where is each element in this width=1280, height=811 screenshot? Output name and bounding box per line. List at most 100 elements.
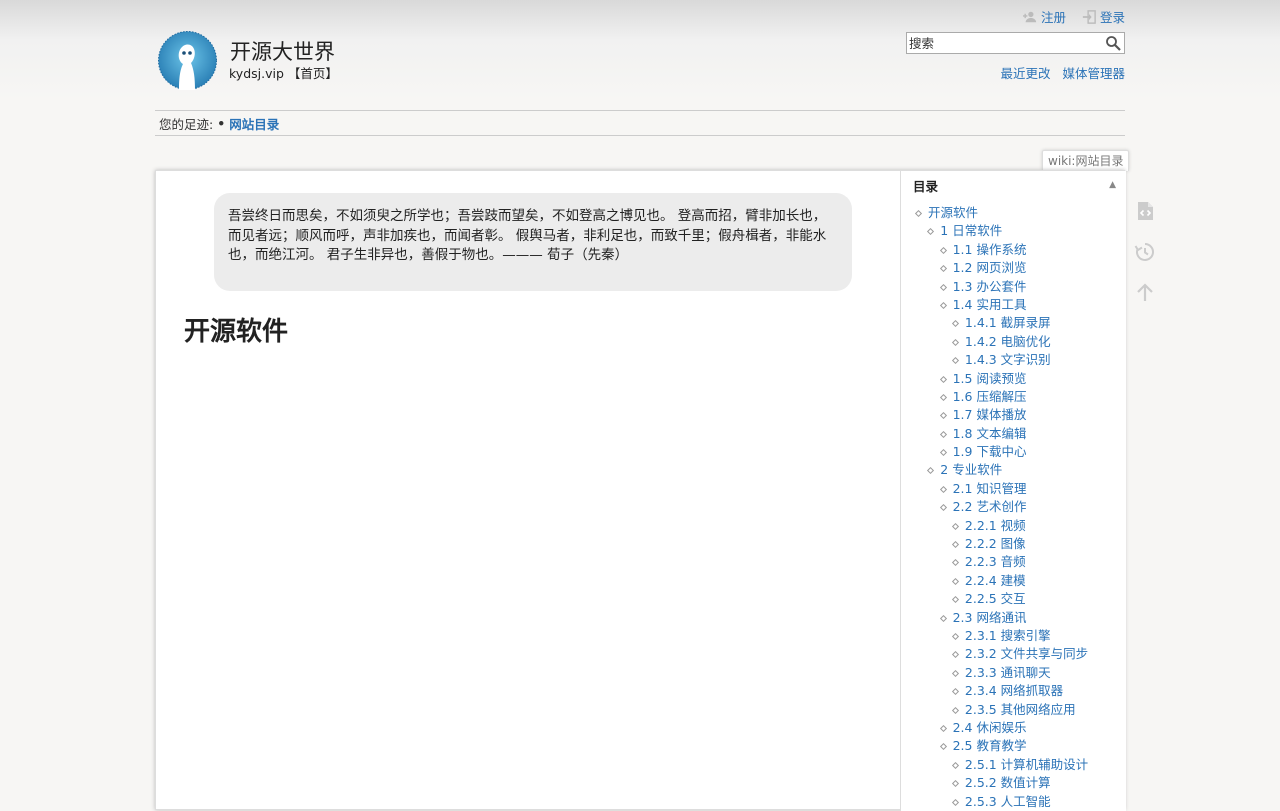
toc-item[interactable]: 1.4.2 电脑优化 — [901, 333, 1126, 351]
toc-item-label[interactable]: 1 日常软件 — [940, 222, 1002, 240]
toc-item[interactable]: 2.1 知识管理 — [901, 480, 1126, 498]
toc-bullet-icon — [939, 283, 947, 291]
toc-item[interactable]: 1 日常软件 — [901, 222, 1126, 240]
toc-item[interactable]: 2.5 教育教学 — [901, 737, 1126, 755]
toc-item-label[interactable]: 1.4.1 截屏录屏 — [965, 314, 1051, 332]
toc-item-label[interactable]: 2.2.2 图像 — [965, 535, 1026, 553]
toc-bullet-icon — [939, 301, 947, 309]
toc-item[interactable]: 2.2 艺术创作 — [901, 498, 1126, 516]
toc-item[interactable]: 1.3 办公套件 — [901, 278, 1126, 296]
toc-item-label[interactable]: 1.9 下载中心 — [953, 443, 1027, 461]
toc-item-label[interactable]: 2.2.1 视频 — [965, 517, 1026, 535]
toc-item[interactable]: 1.1 操作系统 — [901, 241, 1126, 259]
toc-item[interactable]: 2.2.1 视频 — [901, 517, 1126, 535]
toc-item-label[interactable]: 1.5 阅读预览 — [953, 370, 1027, 388]
toc-item[interactable]: 开源软件 — [901, 204, 1126, 222]
site-title[interactable]: 开源大世界 — [230, 36, 335, 66]
toc-item-label[interactable]: 1.4.2 电脑优化 — [965, 333, 1051, 351]
toc-item-label[interactable]: 2.3.4 网络抓取器 — [965, 682, 1063, 700]
toc-item[interactable]: 2.3 网络通讯 — [901, 609, 1126, 627]
toc-item[interactable]: 2.2.5 交互 — [901, 590, 1126, 608]
toc-item-label[interactable]: 2.3.3 通讯聊天 — [965, 664, 1051, 682]
toc-item-label[interactable]: 2.3.2 文件共享与同步 — [965, 645, 1088, 663]
toc-item-label[interactable]: 2.1 知识管理 — [953, 480, 1027, 498]
toc-bullet-icon — [951, 688, 959, 696]
recent-changes-link[interactable]: 最近更改 — [1000, 63, 1050, 82]
toc-item[interactable]: 2.3.5 其他网络应用 — [901, 701, 1126, 719]
register-link[interactable]: 注册 — [1022, 7, 1066, 26]
toc-bullet-icon — [951, 559, 959, 567]
toc-item[interactable]: 2.2.4 建模 — [901, 572, 1126, 590]
toc-item[interactable]: 2.3.2 文件共享与同步 — [901, 645, 1126, 663]
toc-item[interactable]: 1.7 媒体播放 — [901, 406, 1126, 424]
toc-bullet-icon — [951, 338, 959, 346]
toc-item-label[interactable]: 2.2.4 建模 — [965, 572, 1026, 590]
page-id[interactable]: wiki:网站目录 — [1042, 150, 1130, 171]
toc-item[interactable]: 2 专业软件 — [901, 461, 1126, 479]
toc-item[interactable]: 2.3.4 网络抓取器 — [901, 682, 1126, 700]
toc-item[interactable]: 2.3.1 搜索引擎 — [901, 627, 1126, 645]
toc-item-label[interactable]: 1.1 操作系统 — [953, 241, 1027, 259]
toc-item-label[interactable]: 2.2 艺术创作 — [953, 498, 1027, 516]
register-label: 注册 — [1040, 10, 1066, 25]
toc-item-label[interactable]: 1.8 文本编辑 — [953, 425, 1027, 443]
breadcrumb-current[interactable]: 网站目录 — [229, 114, 279, 133]
toc-bullet-icon — [951, 669, 959, 677]
login-link[interactable]: 登录 — [1082, 7, 1125, 26]
toc-item-label[interactable]: 开源软件 — [928, 204, 978, 222]
toc-item-label[interactable]: 2.3.1 搜索引擎 — [965, 627, 1051, 645]
toc-bullet-icon — [951, 540, 959, 549]
toc-item-label[interactable]: 2 专业软件 — [940, 461, 1002, 479]
toc-item[interactable]: 1.4.1 截屏录屏 — [901, 314, 1126, 332]
toc-bullet-icon — [951, 651, 959, 659]
site-tagline[interactable]: kydsj.vip 【首页】 — [229, 63, 338, 82]
show-source-icon[interactable] — [1134, 200, 1156, 222]
toc-item[interactable]: 2.3.3 通讯聊天 — [901, 664, 1126, 682]
toc-item-label[interactable]: 2.5.2 数值计算 — [965, 774, 1051, 792]
toc-bullet-icon — [951, 596, 959, 604]
old-revisions-icon[interactable] — [1134, 241, 1156, 263]
toc-item[interactable]: 1.2 网页浏览 — [901, 259, 1126, 277]
user-tools: 注册 登录 — [1022, 7, 1125, 26]
toc-item-label[interactable]: 1.2 网页浏览 — [953, 259, 1027, 277]
search-input[interactable] — [907, 33, 1099, 53]
toc-item[interactable]: 2.5.1 计算机辅助设计 — [901, 756, 1126, 774]
toc-item-label[interactable]: 1.4 实用工具 — [953, 296, 1027, 314]
toc-bullet-icon — [951, 320, 959, 328]
toc-bullet-icon — [951, 357, 959, 365]
toc-item[interactable]: 2.5.2 数值计算 — [901, 774, 1126, 792]
toc-item[interactable]: 2.2.3 音频 — [901, 553, 1126, 571]
toc-item-label[interactable]: 2.5.3 人工智能 — [965, 793, 1051, 811]
toc-toggle-icon[interactable]: ▲ — [1109, 180, 1116, 190]
table-of-contents: 目录 ▲ 开源软件 1 日常软件 1.1 操作系统 1.2 网页浏览 1.3 办公套件 1… — [900, 171, 1126, 811]
toc-item[interactable]: 2.4 休闲娱乐 — [901, 719, 1126, 737]
toc-item-label[interactable]: 2.5.1 计算机辅助设计 — [965, 756, 1088, 774]
toc-item[interactable]: 2.5.3 人工智能 — [901, 793, 1126, 811]
toc-item-label[interactable]: 1.7 媒体播放 — [953, 406, 1027, 424]
toc-item-label[interactable]: 2.5 教育教学 — [953, 737, 1027, 755]
search-icon[interactable] — [1105, 35, 1121, 51]
toc-item[interactable]: 1.4.3 文字识别 — [901, 351, 1126, 369]
toc-item[interactable]: 1.4 实用工具 — [901, 296, 1126, 314]
toc-bullet-icon — [951, 780, 959, 788]
toc-item-label[interactable]: 1.6 压缩解压 — [953, 388, 1027, 406]
toc-item[interactable]: 1.9 下载中心 — [901, 443, 1126, 461]
page-heading: 开源软件 — [184, 317, 289, 347]
toc-item-label[interactable]: 2.2.5 交互 — [965, 590, 1026, 608]
toc-item-label[interactable]: 2.2.3 音频 — [965, 553, 1026, 571]
page-tools — [1134, 200, 1156, 323]
toc-item-label[interactable]: 2.3 网络通讯 — [953, 609, 1027, 627]
toc-item[interactable]: 2.2.2 图像 — [901, 535, 1126, 553]
toc-item-label[interactable]: 2.4 休闲娱乐 — [953, 719, 1027, 737]
media-manager-link[interactable]: 媒体管理器 — [1062, 63, 1125, 82]
back-to-top-icon[interactable] — [1134, 282, 1156, 304]
toc-item-label[interactable]: 2.3.5 其他网络应用 — [965, 701, 1076, 719]
toc-item[interactable]: 1.5 阅读预览 — [901, 370, 1126, 388]
toc-item[interactable]: 1.8 文本编辑 — [901, 425, 1126, 443]
toc-bullet-icon — [951, 632, 959, 641]
toc-bullet-icon — [927, 467, 935, 475]
toc-item[interactable]: 1.6 压缩解压 — [901, 388, 1126, 406]
site-logo[interactable] — [157, 30, 218, 91]
toc-item-label[interactable]: 1.4.3 文字识别 — [965, 351, 1051, 369]
toc-item-label[interactable]: 1.3 办公套件 — [953, 278, 1027, 296]
